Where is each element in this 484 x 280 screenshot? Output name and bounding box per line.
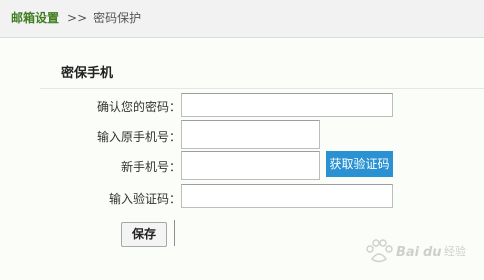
breadcrumb-separator: >>	[67, 11, 88, 25]
original-phone-input[interactable]	[181, 120, 320, 149]
breadcrumb: 邮箱设置 >> 密码保护	[11, 10, 141, 26]
section-title: 密保手机	[61, 66, 114, 81]
section-divider	[40, 88, 484, 89]
save-button[interactable]: 保存	[121, 222, 167, 247]
svg-text:du: du	[423, 245, 442, 260]
save-divider	[174, 220, 175, 246]
verification-code-input[interactable]	[181, 184, 393, 208]
code-label: 输入验证码：	[109, 192, 182, 206]
new-phone-input[interactable]	[181, 151, 320, 180]
svg-text:经验: 经验	[444, 244, 466, 258]
baidu-jingyan-watermark-logo: Bai du 经验	[366, 239, 466, 263]
breadcrumb-current: 密码保护	[93, 11, 142, 25]
get-code-button[interactable]: 获取验证码	[326, 151, 393, 177]
breadcrumb-root-link[interactable]: 邮箱设置	[11, 11, 59, 25]
svg-text:Bai: Bai	[396, 245, 420, 260]
confirm-password-label: 确认您的密码：	[97, 100, 182, 114]
confirm-password-input[interactable]	[181, 93, 393, 117]
new-phone-label: 新手机号：	[121, 160, 182, 174]
original-phone-label: 输入原手机号：	[97, 130, 182, 144]
top-bar: 邮箱设置 >> 密码保护	[0, 0, 484, 38]
